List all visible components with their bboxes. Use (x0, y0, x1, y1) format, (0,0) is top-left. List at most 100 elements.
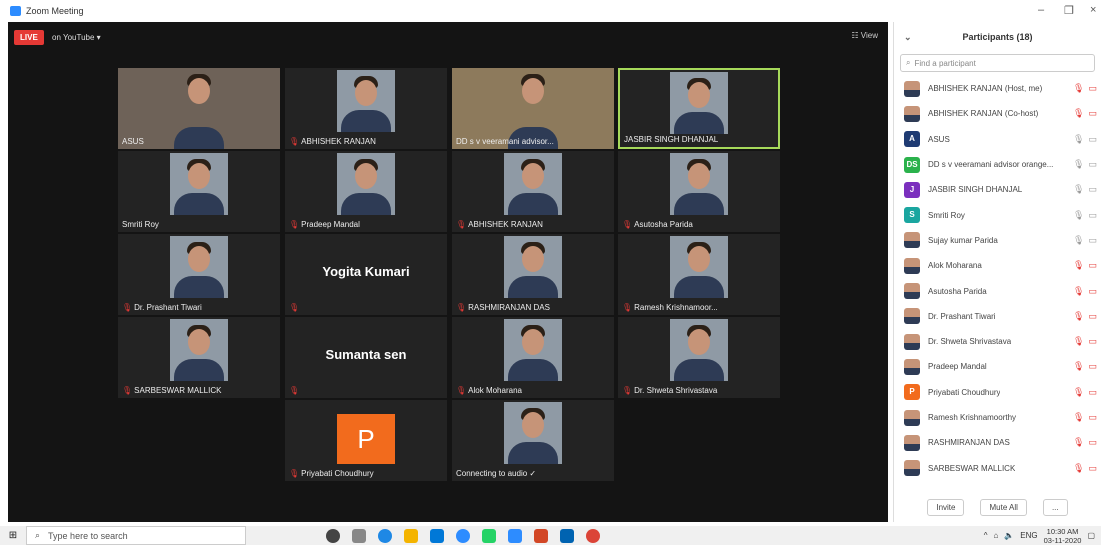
tile-name-label: Connecting to audio ✓ (456, 469, 536, 478)
search-icon: ⌕ (906, 58, 911, 67)
muted-mic-icon: 🎙 (1073, 83, 1085, 94)
participant-row[interactable]: RASHMIRANJAN DAS 🎙 ▭ (894, 430, 1101, 455)
video-off-icon: ▭ (1088, 108, 1097, 119)
body-shape (508, 276, 558, 298)
task-view-icon[interactable] (352, 528, 366, 543)
muted-mic-icon: 🎙 (1073, 462, 1085, 473)
participant-row[interactable]: SARBESWAR MALLICK 🎙 ▭ (894, 455, 1101, 480)
tile-name-label: 🎙 ABHISHEK RANJAN (456, 220, 543, 229)
participant-row[interactable]: J JASBIR SINGH DHANJAL 🎙 ▭ (894, 177, 1101, 202)
video-tile[interactable]: 🎙 Pradeep Mandal (285, 151, 447, 232)
live-badge[interactable]: LIVE (14, 30, 44, 45)
tile-name: Pradeep Mandal (301, 220, 360, 229)
video-tile[interactable]: 🎙 Dr. Shweta Shrivastava (618, 317, 780, 398)
windows-start-icon[interactable]: ⊞ (0, 530, 26, 541)
video-tile[interactable]: Sumanta sen 🎙 (285, 317, 447, 398)
taskbar-apps (326, 528, 600, 543)
participant-name: ABHISHEK RANJAN (Host, me) (928, 84, 1043, 94)
video-feed (504, 153, 562, 215)
video-tile[interactable]: 🎙 Alok Moharana (452, 317, 614, 398)
participant-name-large: Sumanta sen (325, 347, 407, 362)
video-tile[interactable]: 🎙 RASHMIRANJAN DAS (452, 234, 614, 315)
participant-name: JASBIR SINGH DHANJAL (928, 185, 1023, 195)
edge-icon[interactable] (378, 528, 392, 543)
body-shape (174, 359, 224, 381)
chevron-up-icon[interactable]: ^ (984, 531, 988, 540)
video-feed (170, 236, 228, 298)
speaker-icon[interactable]: 🔈 (1004, 531, 1014, 540)
zoom-app-icon[interactable] (456, 528, 470, 543)
video-icon: ▭ (1088, 209, 1097, 220)
video-feed (504, 319, 562, 381)
participant-row[interactable]: Alok Moharana 🎙 ▭ (894, 253, 1101, 278)
video-tile[interactable]: ASUS (118, 68, 280, 149)
participant-row[interactable]: P Priyabati Choudhury 🎙 ▭ (894, 380, 1101, 405)
participant-row[interactable]: Dr. Shweta Shrivastava 🎙 ▭ (894, 329, 1101, 354)
participant-row[interactable]: ABHISHEK RANJAN (Co-host) 🎙 ▭ (894, 101, 1101, 126)
video-tile[interactable]: Connecting to audio ✓ (452, 400, 614, 481)
video-off-icon: ▭ (1088, 336, 1097, 347)
photos-icon[interactable] (560, 528, 574, 543)
tile-name-label: 🎙 SARBESWAR MALLICK (122, 386, 221, 395)
head-shape (688, 246, 710, 272)
participant-row[interactable]: Sujay kumar Parida 🎙 ▭ (894, 228, 1101, 253)
mute-all-button[interactable]: Mute All (980, 499, 1027, 516)
participant-row[interactable]: Dr. Prashant Tiwari 🎙 ▭ (894, 304, 1101, 329)
minimize-icon[interactable]: – (1038, 4, 1044, 16)
participant-row[interactable]: DS DD s v veeramani advisor orange... 🎙 ▭ (894, 152, 1101, 177)
clock[interactable]: 10:30 AM 03-11-2020 (1044, 527, 1082, 545)
zoom-meeting-icon[interactable] (508, 528, 522, 543)
participant-row[interactable]: Ramesh Krishnamoorthy 🎙 ▭ (894, 405, 1101, 430)
avatar: DS (904, 156, 920, 173)
muted-mic-icon: 🎙 (622, 386, 633, 395)
muted-mic-icon: 🎙 (1073, 310, 1085, 321)
video-tile[interactable]: 🎙 ABHISHEK RANJAN (452, 151, 614, 232)
participant-list: ABHISHEK RANJAN (Host, me) 🎙 ▭ ABHISHEK RAN… (894, 76, 1101, 481)
participant-row[interactable]: A ASUS 🎙 ▭ (894, 127, 1101, 152)
notifications-icon[interactable]: ▢ (1087, 531, 1095, 540)
whatsapp-icon[interactable] (482, 528, 496, 543)
video-tile[interactable]: 🎙 Ramesh Krishnamoor... (618, 234, 780, 315)
powerpoint-icon[interactable] (534, 528, 548, 543)
video-tile[interactable]: DD s v veeramani advisor... (452, 68, 614, 149)
participant-row[interactable]: Pradeep Mandal 🎙 ▭ (894, 354, 1101, 379)
cortana-icon[interactable] (326, 528, 340, 543)
participant-row[interactable]: Asutosha Parida 🎙 ▭ (894, 278, 1101, 303)
video-tile[interactable]: 🎙 Dr. Prashant Tiwari (118, 234, 280, 315)
muted-mic-icon: 🎙 (289, 220, 300, 229)
body-shape (508, 359, 558, 381)
invite-button[interactable]: Invite (927, 499, 965, 516)
participant-search-input[interactable]: ⌕ Find a participant (900, 54, 1095, 72)
file-explorer-icon[interactable] (404, 528, 418, 543)
tile-name: Asutosha Parida (634, 220, 693, 229)
video-tile[interactable]: 🎙 ABHISHEK RANJAN (285, 68, 447, 149)
taskbar-search-input[interactable]: ⌕ Type here to search (26, 526, 246, 545)
video-tile[interactable]: Smriti Roy (118, 151, 280, 232)
video-feed (170, 153, 228, 215)
lang-indicator[interactable]: ENG (1020, 531, 1037, 540)
avatar (904, 232, 920, 249)
store-icon[interactable] (430, 528, 444, 543)
more-button[interactable]: ... (1042, 499, 1068, 516)
video-tile[interactable]: 🎙 Asutosha Parida (618, 151, 780, 232)
network-icon[interactable]: ⌂ (993, 531, 998, 540)
video-tile[interactable]: JASBIR SINGH DHANJAL (618, 68, 780, 149)
participant-name: Sujay kumar Parida (928, 235, 998, 245)
video-tile[interactable]: P 🎙 Priyabati Choudhury (285, 400, 447, 481)
close-icon[interactable]: × (1090, 4, 1096, 16)
video-tile[interactable]: 🎙 SARBESWAR MALLICK (118, 317, 280, 398)
view-button[interactable]: ☷ View (851, 31, 878, 40)
tile-name: Ramesh Krishnamoor... (634, 303, 718, 312)
restore-icon[interactable]: ❐ (1064, 4, 1074, 17)
video-feed (337, 70, 395, 132)
head-shape (522, 78, 544, 104)
participant-row[interactable]: S Smriti Roy 🎙 ▭ (894, 202, 1101, 227)
body-shape (508, 442, 558, 464)
participant-row[interactable]: ABHISHEK RANJAN (Host, me) 🎙 ▭ (894, 76, 1101, 101)
chevron-down-icon[interactable]: ⌄ (904, 32, 912, 43)
participant-status-icons: 🎙 ▭ (1073, 361, 1097, 372)
head-shape (188, 78, 210, 104)
stream-dropdown[interactable]: on YouTube ▾ (52, 33, 101, 42)
video-tile[interactable]: Yogita Kumari 🎙 (285, 234, 447, 315)
chrome-icon[interactable] (586, 528, 600, 543)
